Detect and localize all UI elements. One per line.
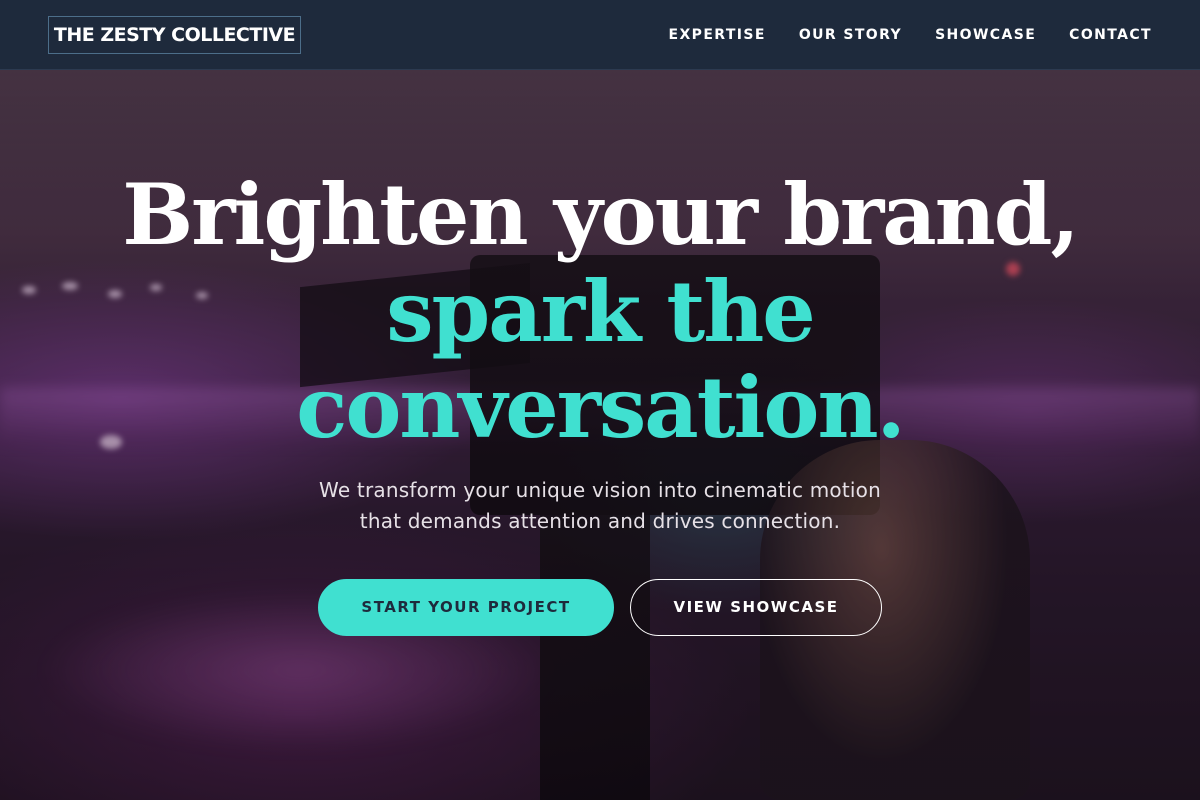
nav-link-our-story[interactable]: OUR STORY xyxy=(799,27,902,43)
nav-menu: EXPERTISE OUR STORY SHOWCASE CONTACT xyxy=(669,0,1153,70)
subtitle-line-1: We transform your unique vision into cin… xyxy=(319,478,881,502)
nav-link-showcase[interactable]: SHOWCASE xyxy=(935,27,1036,43)
headline-line-1: Brighten your brand, xyxy=(122,165,1079,264)
view-showcase-button[interactable]: VIEW SHOWCASE xyxy=(630,579,882,636)
headline-line-3: conversation. xyxy=(296,358,906,457)
start-project-button[interactable]: START YOUR PROJECT xyxy=(318,579,614,636)
landing-page: THE ZESTY COLLECTIVE EXPERTISE OUR STORY… xyxy=(0,0,1200,800)
nav-link-contact[interactable]: CONTACT xyxy=(1069,27,1152,43)
subtitle-line-2: that demands attention and drives connec… xyxy=(359,509,841,533)
headline-line-2: spark the xyxy=(386,262,815,361)
top-navbar: THE ZESTY COLLECTIVE EXPERTISE OUR STORY… xyxy=(0,0,1200,70)
brand-logo[interactable]: THE ZESTY COLLECTIVE xyxy=(48,16,301,54)
nav-link-expertise[interactable]: EXPERTISE xyxy=(669,27,766,43)
hero-subtitle: We transform your unique vision into cin… xyxy=(250,475,950,537)
